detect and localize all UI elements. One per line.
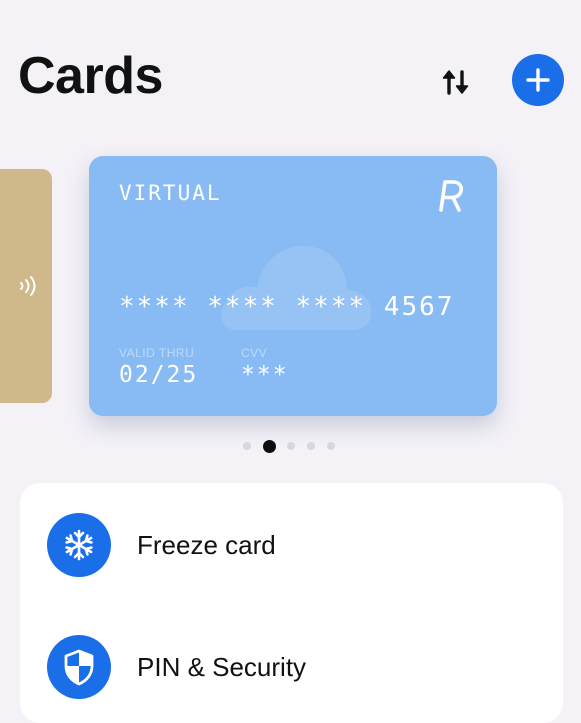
cvv-label: CVV xyxy=(241,346,268,360)
valid-thru-value: 02/25 xyxy=(119,362,199,388)
sort-button[interactable] xyxy=(434,60,478,104)
card-pagination xyxy=(243,439,347,453)
revolut-r-logo xyxy=(439,180,464,212)
cloud-watermark-icon xyxy=(221,246,372,330)
pin-security-action[interactable]: PIN & Security xyxy=(20,623,563,711)
card-type-label: VIRTUAL xyxy=(119,181,222,205)
card-actions-panel: Freeze card PIN & Security xyxy=(20,483,563,723)
pagination-dot[interactable] xyxy=(307,442,315,450)
security-icon-circle xyxy=(47,635,111,699)
cvv-value: *** xyxy=(241,362,289,388)
virtual-card[interactable]: VIRTUAL **** **** **** 4567 VALID THRU 0… xyxy=(89,156,497,416)
snowflake-icon xyxy=(65,529,93,561)
plus-icon xyxy=(526,68,550,92)
valid-thru-label: VALID THRU xyxy=(119,346,195,360)
pagination-dot-active[interactable] xyxy=(263,439,276,453)
sort-arrows-icon xyxy=(442,70,469,95)
card-number: **** **** **** 4567 xyxy=(119,292,455,322)
page-title: Cards xyxy=(18,47,163,105)
pagination-dot[interactable] xyxy=(327,442,335,450)
pin-security-label: PIN & Security xyxy=(137,652,307,682)
freeze-card-action[interactable]: Freeze card xyxy=(20,501,563,589)
contactless-icon xyxy=(20,276,36,296)
pagination-dot[interactable] xyxy=(287,442,295,450)
freeze-icon-circle xyxy=(47,513,111,577)
pagination-dot[interactable] xyxy=(243,442,251,450)
shield-icon xyxy=(64,649,94,686)
freeze-card-label: Freeze card xyxy=(137,530,276,560)
gold-card[interactable] xyxy=(0,169,52,403)
add-card-button[interactable] xyxy=(512,54,564,106)
